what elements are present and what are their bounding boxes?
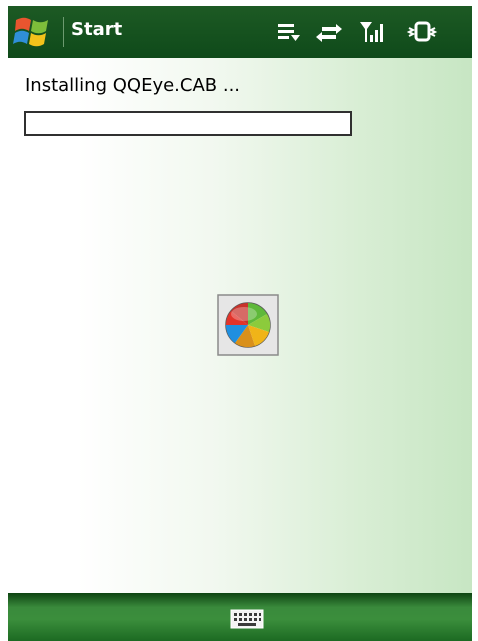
- install-content-area: Installing QQEye.CAB ...: [8, 58, 472, 593]
- busy-wheel-icon: [217, 294, 279, 356]
- soft-key-bar: [8, 593, 472, 641]
- title-bar: Start: [8, 6, 472, 58]
- title-separator: [63, 17, 64, 47]
- signal-strength-icon[interactable]: [358, 18, 388, 46]
- install-progress-bar: [24, 111, 352, 136]
- vibrate-icon[interactable]: [404, 18, 440, 46]
- install-status-text: Installing QQEye.CAB ...: [25, 75, 241, 96]
- connectivity-icon[interactable]: [314, 18, 344, 46]
- notification-list-icon[interactable]: [275, 18, 303, 46]
- device-screen: Start Installing QQEye.CAB ...: [0, 0, 478, 641]
- keyboard-icon[interactable]: [230, 609, 264, 629]
- windows-start-icon[interactable]: [12, 14, 52, 50]
- title-start[interactable]: Start: [71, 19, 122, 41]
